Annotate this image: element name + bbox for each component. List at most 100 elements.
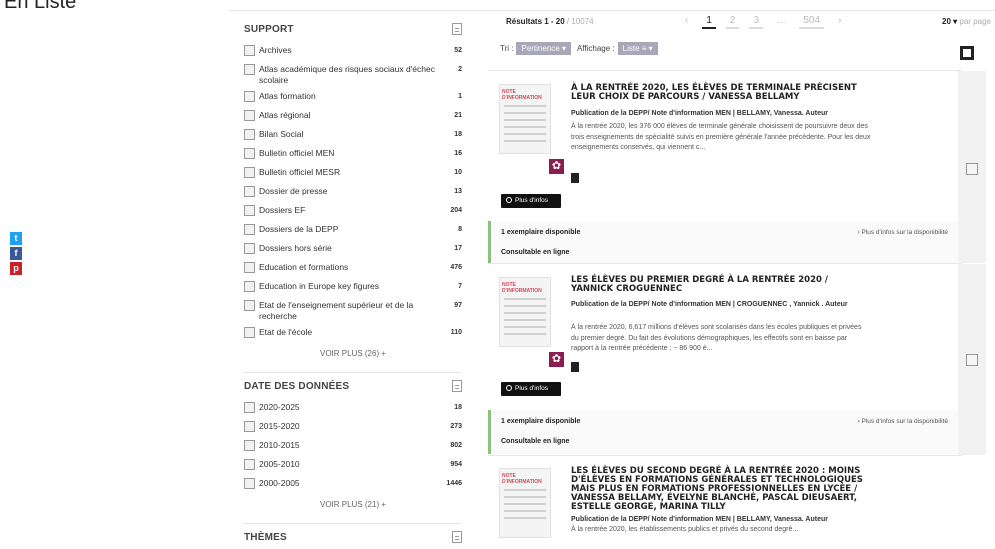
checkbox[interactable]	[244, 91, 255, 102]
facet-support: SUPPORT Archives 52 Atlas académique des …	[244, 18, 462, 358]
pagination-ellipsis: ...	[777, 15, 786, 26]
per-page-select[interactable]: 20 ▾ par page	[942, 17, 991, 26]
collapse-icon[interactable]	[452, 531, 462, 543]
facet-item[interactable]: 2000-2005 1446	[244, 475, 462, 494]
facet-item[interactable]: Bilan Social 18	[244, 126, 462, 145]
facet-item[interactable]: Etat de l'école 110	[244, 324, 462, 343]
more-info-button[interactable]: Plus d'infos	[501, 194, 561, 208]
facet-item[interactable]: Dossiers hors série 17	[244, 240, 462, 259]
pinterest-icon[interactable]: p	[10, 262, 22, 275]
facet-item[interactable]: Education in Europe key figures 7	[244, 278, 462, 297]
facet-item[interactable]: Archives 52	[244, 42, 462, 61]
checkbox[interactable]	[244, 186, 255, 197]
facet-item[interactable]: 2020-2025 18	[244, 399, 462, 418]
twitter-icon[interactable]: t	[10, 232, 22, 245]
facet-sidebar: SUPPORT Archives 52 Atlas académique des …	[244, 18, 462, 548]
show-more-link[interactable]: VOIR PLUS (21) +	[244, 500, 462, 509]
display-select[interactable]: Liste ≡ ▾	[617, 42, 658, 55]
facet-item[interactable]: Dossiers de la DEPP 8	[244, 221, 462, 240]
next-page-button[interactable]: ›	[834, 15, 845, 29]
facet-item[interactable]: Bulletin officiel MEN 16	[244, 145, 462, 164]
book-icon	[571, 362, 579, 372]
online-access-link[interactable]: Consultable en ligne	[501, 249, 569, 256]
checkbox[interactable]	[244, 281, 255, 292]
availability-link[interactable]: › Plus d'infos sur la disponibilité	[858, 229, 948, 236]
checkbox[interactable]	[244, 64, 255, 75]
facet-count: 802	[450, 442, 462, 449]
checkbox[interactable]	[244, 459, 255, 470]
checkbox[interactable]	[244, 148, 255, 159]
facet-label: Etat de l'enseignement supérieur et de l…	[259, 300, 414, 321]
checkbox[interactable]	[244, 440, 255, 451]
facet-label: Bilan Social	[259, 129, 304, 139]
checkbox[interactable]	[244, 402, 255, 413]
result-publisher: Publication de la DEPP/ Note d'informati…	[571, 110, 828, 117]
results-list: NOTE D'INFORMATION ✿ À la rentrée 2020, …	[488, 70, 986, 549]
sort-select[interactable]: Pertinence ▾	[516, 42, 571, 55]
result-summary: À la rentrée 2020, les 376 000 élèves de…	[571, 123, 871, 151]
result-checkbox[interactable]	[966, 163, 978, 175]
facet-item[interactable]: Atlas formation 1	[244, 88, 462, 107]
per-page-value[interactable]: 20 ▾	[942, 17, 957, 26]
facet-item[interactable]: Education et formations 476	[244, 259, 462, 278]
page-2-button[interactable]: 2	[725, 15, 740, 29]
document-thumbnail[interactable]: NOTE D'INFORMATION	[499, 277, 551, 347]
collapse-icon[interactable]	[452, 23, 462, 35]
page-3-button[interactable]: 3	[749, 15, 764, 29]
more-info-button[interactable]: Plus d'infos	[501, 382, 561, 396]
checkbox[interactable]	[244, 224, 255, 235]
document-thumbnail[interactable]: NOTE D'INFORMATION	[499, 84, 551, 154]
facet-label: Atlas académique des risques sociaux d'é…	[259, 64, 435, 85]
facet-item[interactable]: Dossier de presse 13	[244, 183, 462, 202]
facet-item[interactable]: 2010-2015 802	[244, 437, 462, 456]
facet-header[interactable]: THÈMES	[244, 526, 462, 548]
result-title[interactable]: À la rentrée 2020, les élèves de termina…	[571, 84, 871, 102]
checkbox[interactable]	[244, 300, 255, 311]
facet-item[interactable]: Bulletin officiel MESR 10	[244, 164, 462, 183]
facet-item[interactable]: Etat de l'enseignement supérieur et de l…	[244, 297, 462, 324]
checkbox[interactable]	[244, 478, 255, 489]
facet-item[interactable]: Atlas régional 21	[244, 107, 462, 126]
per-page-label: par page	[957, 17, 991, 26]
facet-count: 2	[458, 66, 462, 73]
checkbox[interactable]	[244, 327, 255, 338]
checkbox[interactable]	[244, 110, 255, 121]
facet-label: Bulletin officiel MESR	[259, 167, 341, 177]
facet-item[interactable]: Dossiers EF 204	[244, 202, 462, 221]
result-title[interactable]: Les élèves du second degré à la rentrée …	[571, 467, 871, 512]
gear-icon[interactable]: ✿	[549, 352, 564, 367]
facet-header[interactable]: DATE DES DONNÉES	[244, 375, 462, 397]
checkbox[interactable]	[244, 129, 255, 140]
facet-date: DATE DES DONNÉES 2020-2025 18 2015-2020 27…	[244, 372, 462, 509]
show-more-link[interactable]: VOIR PLUS (26) +	[244, 349, 462, 358]
top-divider	[229, 10, 995, 11]
page-1-button[interactable]: 1	[702, 15, 716, 29]
result-item: NOTE D'INFORMATION ✿ Les élèves du premi…	[488, 263, 986, 455]
gear-icon[interactable]: ✿	[549, 159, 564, 174]
facebook-icon[interactable]: f	[10, 247, 22, 260]
document-thumbnail[interactable]: NOTE D'INFORMATION	[499, 468, 551, 538]
result-title[interactable]: Les élèves du premier degré à la rentrée…	[571, 276, 871, 294]
facet-item[interactable]: 2005-2010 954	[244, 456, 462, 475]
result-summary: À la rentrée 2020, les établissements pu…	[571, 526, 799, 533]
checkbox[interactable]	[244, 421, 255, 432]
select-all-checkbox[interactable]	[960, 46, 974, 60]
checkbox[interactable]	[244, 167, 255, 178]
checkbox[interactable]	[244, 262, 255, 273]
prev-page-button[interactable]: ‹	[681, 15, 692, 29]
result-checkbox[interactable]	[966, 354, 978, 366]
results-count: Résultats 1 - 20 / 10074	[506, 17, 594, 26]
online-access-link[interactable]: Consultable en ligne	[501, 438, 569, 445]
availability-link[interactable]: › Plus d'infos sur la disponibilité	[858, 418, 948, 425]
collapse-icon[interactable]	[452, 380, 462, 392]
checkbox[interactable]	[244, 243, 255, 254]
facet-count: 204	[450, 207, 462, 214]
checkbox[interactable]	[244, 205, 255, 216]
facet-count: 1446	[446, 480, 462, 487]
last-page-button[interactable]: 504	[799, 15, 825, 29]
checkbox[interactable]	[244, 45, 255, 56]
result-item: NOTE D'INFORMATION Les élèves du second …	[488, 455, 962, 549]
facet-item[interactable]: Atlas académique des risques sociaux d'é…	[244, 61, 462, 88]
facet-header[interactable]: SUPPORT	[244, 18, 462, 40]
facet-item[interactable]: 2015-2020 273	[244, 418, 462, 437]
